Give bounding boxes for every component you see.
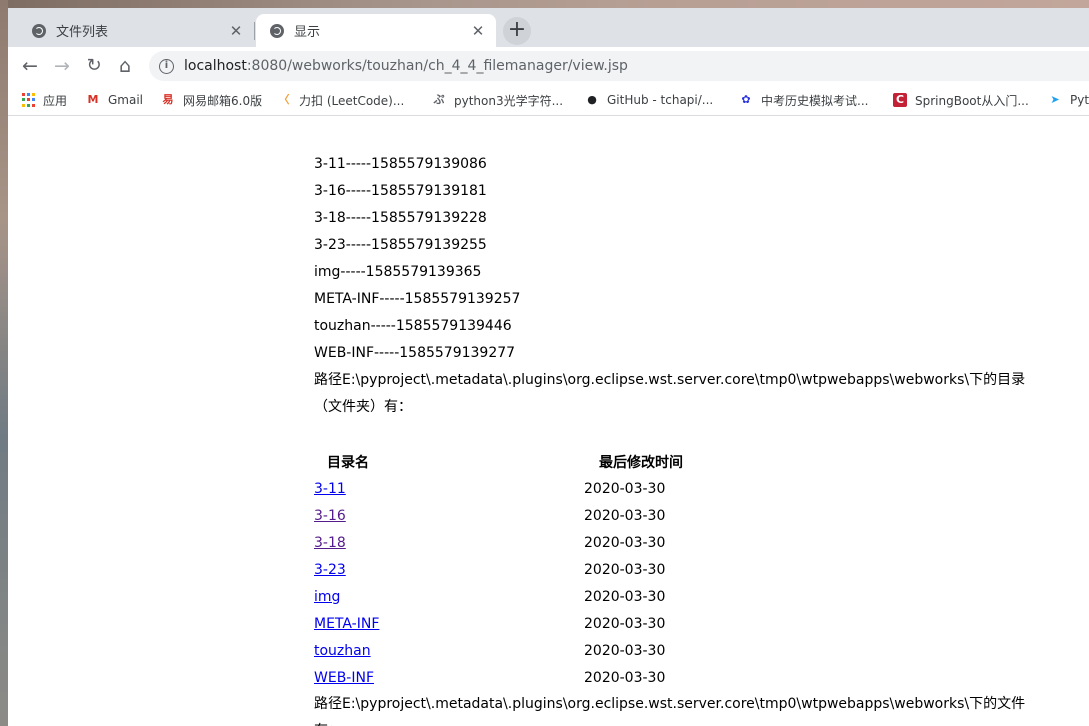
bookmark-label: GitHub - tchapi/... bbox=[607, 93, 714, 107]
close-icon[interactable]: ✕ bbox=[470, 23, 486, 39]
address-bar[interactable]: i localhost:8080/webworks/touzhan/ch_4_4… bbox=[149, 51, 1089, 81]
dir-link[interactable]: 3-16 bbox=[314, 508, 346, 524]
list-item: touzhan-----1585579139446 bbox=[314, 318, 512, 334]
bookmark-csdn[interactable]: C SpringBoot从入门... bbox=[893, 90, 1029, 110]
back-button[interactable]: ← bbox=[17, 53, 43, 79]
list-item: 3-23-----1585579139255 bbox=[314, 237, 487, 253]
list-item: META-INF-----1585579139257 bbox=[314, 291, 521, 307]
netease-mail-icon: 易 bbox=[162, 93, 174, 106]
globe-icon bbox=[270, 23, 284, 38]
table-row: 3-16 2020-03-30 bbox=[312, 502, 698, 529]
bookmarks-bar: 应用 M Gmail 易 网易邮箱6.0版 〈 力扣 (LeetCode)...… bbox=[8, 85, 1089, 116]
dir-date: 2020-03-30 bbox=[584, 480, 666, 497]
dir-date: 2020-03-30 bbox=[584, 507, 666, 524]
dir-link[interactable]: img bbox=[314, 589, 340, 605]
files-heading: 路径E:\pyproject\.metadata\.plugins\org.ec… bbox=[314, 696, 1026, 726]
desktop-wallpaper-edge bbox=[0, 0, 8, 726]
url-path: :8080/webworks/touzhan/ch_4_4_filemanage… bbox=[246, 58, 628, 74]
tab-strip: 文件列表 ✕ 显示 ✕ + bbox=[8, 8, 1089, 47]
home-button[interactable]: ⌂ bbox=[112, 53, 138, 79]
bookmark-label: 力扣 (LeetCode)... bbox=[299, 93, 405, 108]
dir-link[interactable]: touzhan bbox=[314, 643, 371, 659]
directory-table: 目录名 最后修改时间 3-11 2020-03-30 3-16 2020-03-… bbox=[312, 448, 698, 691]
list-item: 3-11-----1585579139086 bbox=[314, 156, 487, 172]
dir-date: 2020-03-30 bbox=[584, 642, 666, 659]
gmail-icon: M bbox=[87, 93, 99, 106]
table-header-row: 目录名 最后修改时间 bbox=[312, 448, 698, 475]
browser-window: 文件列表 ✕ 显示 ✕ + ← → ↻ ⌂ i localhost:8080/w… bbox=[8, 8, 1089, 726]
bookmark-netease-mail[interactable]: 易 网易邮箱6.0版 bbox=[161, 90, 263, 110]
close-icon[interactable]: ✕ bbox=[228, 23, 244, 39]
bookmark-label: Gmail bbox=[108, 93, 144, 107]
bookmark-leetcode[interactable]: 〈 力扣 (LeetCode)... bbox=[277, 90, 405, 110]
info-icon[interactable]: i bbox=[159, 58, 174, 74]
list-item: img-----1585579139365 bbox=[314, 264, 482, 280]
dir-link[interactable]: 3-23 bbox=[314, 562, 346, 578]
url-host: localhost bbox=[184, 58, 247, 74]
bookmark-github[interactable]: ● GitHub - tchapi/... bbox=[585, 90, 713, 110]
table-row: img 2020-03-30 bbox=[312, 583, 698, 610]
table-row: META-INF 2020-03-30 bbox=[312, 610, 698, 637]
dir-date: 2020-03-30 bbox=[584, 534, 666, 551]
dir-link[interactable]: 3-11 bbox=[314, 481, 346, 497]
bookmark-label: 中考历史模拟考试... bbox=[761, 93, 869, 108]
table-row: 3-11 2020-03-30 bbox=[312, 475, 698, 502]
dir-link[interactable]: 3-18 bbox=[314, 535, 346, 551]
bookmark-label: 应用 bbox=[43, 93, 68, 108]
forward-button[interactable]: → bbox=[49, 53, 75, 79]
bookmark-python[interactable]: ➤ Pyt bbox=[1048, 90, 1089, 110]
bookmark-label: Pyt bbox=[1070, 93, 1089, 107]
column-header-name: 目录名 bbox=[327, 454, 369, 471]
globe-icon bbox=[32, 23, 46, 38]
dir-link[interactable]: META-INF bbox=[314, 616, 379, 632]
bookmark-baidu[interactable]: ✿ 中考历史模拟考试... bbox=[739, 90, 868, 110]
baidu-icon: ✿ bbox=[741, 93, 751, 106]
browser-toolbar: ← → ↻ ⌂ i localhost:8080/webworks/touzha… bbox=[8, 47, 1089, 85]
tab-display[interactable]: 显示 ✕ bbox=[256, 14, 496, 47]
bookmark-python-ocr[interactable]: ぷ python3光学字符... bbox=[432, 90, 564, 110]
table-row: WEB-INF 2020-03-30 bbox=[312, 664, 698, 691]
dir-date: 2020-03-30 bbox=[584, 669, 666, 686]
bookmark-gmail[interactable]: M Gmail bbox=[86, 90, 144, 110]
github-icon: ● bbox=[587, 93, 597, 106]
column-header bbox=[384, 448, 584, 475]
list-item: WEB-INF-----1585579139277 bbox=[314, 345, 516, 361]
bookmark-apps[interactable]: 应用 bbox=[22, 90, 67, 110]
bookmark-label: python3光学字符... bbox=[454, 93, 564, 108]
column-header-modified: 最后修改时间 bbox=[599, 454, 683, 471]
page-content: 3-11-----1585579139086 3-16-----15855791… bbox=[8, 116, 1089, 726]
apps-grid-icon bbox=[22, 93, 35, 107]
dir-date: 2020-03-30 bbox=[584, 588, 666, 605]
list-item: 3-16-----1585579139181 bbox=[314, 183, 487, 199]
dirs-heading: 路径E:\pyproject\.metadata\.plugins\org.ec… bbox=[314, 372, 1026, 415]
tab-title: 显示 bbox=[294, 25, 321, 40]
new-tab-button[interactable]: + bbox=[503, 17, 531, 45]
table-row: 3-18 2020-03-30 bbox=[312, 529, 698, 556]
tab-title: 文件列表 bbox=[56, 25, 109, 40]
python-bird-icon: ➤ bbox=[1050, 93, 1060, 106]
python-ocr-icon: ぷ bbox=[433, 93, 445, 106]
tab-file-list[interactable]: 文件列表 ✕ bbox=[18, 14, 255, 47]
table-row: touzhan 2020-03-30 bbox=[312, 637, 698, 664]
table-row: 3-23 2020-03-30 bbox=[312, 556, 698, 583]
bookmark-label: 网易邮箱6.0版 bbox=[183, 93, 263, 108]
bookmark-label: SpringBoot从入门... bbox=[915, 93, 1029, 108]
dir-link[interactable]: WEB-INF bbox=[314, 670, 374, 686]
list-item: 3-18-----1585579139228 bbox=[314, 210, 487, 226]
reload-button[interactable]: ↻ bbox=[81, 53, 107, 79]
dir-date: 2020-03-30 bbox=[584, 615, 666, 632]
entry-list: 3-11-----1585579139086 3-16-----15855791… bbox=[314, 151, 1026, 421]
csdn-icon: C bbox=[893, 93, 907, 107]
leetcode-icon: 〈 bbox=[278, 93, 290, 106]
dir-date: 2020-03-30 bbox=[584, 561, 666, 578]
